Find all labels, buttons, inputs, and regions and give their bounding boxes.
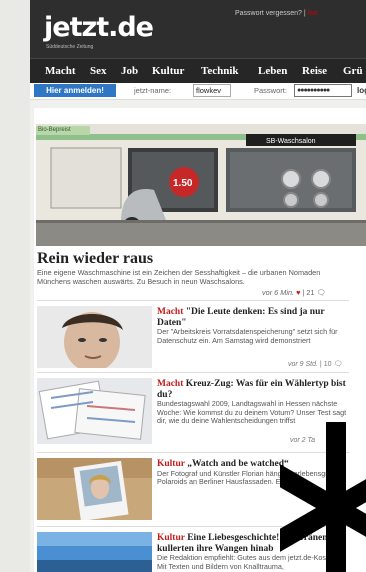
hero-comment-count[interactable]: 21: [306, 288, 314, 297]
password-input[interactable]: ●●●●●●●●●●: [294, 84, 352, 97]
nav-item-leben[interactable]: Leben: [258, 65, 287, 77]
left-gutter: [0, 0, 30, 572]
hero-description: Eine eigene Waschmaschine ist ein Zeiche…: [37, 268, 321, 286]
article-category[interactable]: Macht: [157, 379, 183, 389]
article-comment-count[interactable]: 10: [324, 361, 332, 368]
register-button[interactable]: Hier anmelden!: [34, 84, 116, 97]
login-bar: Hier anmelden! jetzt-name: flowkev Passw…: [30, 83, 366, 100]
asterisk-icon: [280, 422, 366, 572]
divider: [37, 300, 349, 301]
article-title[interactable]: "Die Leute denken: Es sind ja nur Daten": [157, 307, 324, 328]
shop-sign-text: SB-Waschsalon: [266, 138, 316, 145]
logo-subtitle: Süddeutsche Zeitung: [46, 44, 94, 50]
nav-item-gruen[interactable]: Grü: [343, 65, 363, 77]
article-thumbnail[interactable]: [37, 306, 152, 368]
hero-tag: Bio-Bepreist: [36, 126, 90, 135]
article-teaser: Macht "Die Leute denken: Es sind ja nur …: [157, 307, 349, 345]
nav-item-sex[interactable]: Sex: [90, 65, 107, 77]
main-nav: Macht Sex Job Kultur Technik Leben Reise…: [30, 58, 366, 83]
article-description: Der "Arbeitskreis Vorratsdatenspeicherun…: [157, 327, 338, 345]
article-thumbnail[interactable]: [37, 458, 152, 520]
nav-item-job[interactable]: Job: [121, 65, 138, 77]
article-title[interactable]: „Watch and be watched“: [187, 459, 289, 469]
article-thumbnail[interactable]: [37, 532, 152, 572]
live-link[interactable]: live: [308, 10, 319, 17]
nav-item-macht[interactable]: Macht: [45, 65, 76, 77]
header-link-separator: |: [303, 10, 306, 17]
article-title[interactable]: Kreuz-Zug: Was für ein Wählertyp bist du…: [157, 379, 346, 400]
login-link[interactable]: login: [357, 86, 366, 95]
divider: [37, 372, 349, 373]
comment-icon: 🗨: [316, 288, 326, 297]
article-thumbnail[interactable]: [37, 378, 152, 444]
nav-item-reise[interactable]: Reise: [302, 65, 327, 77]
hero-separator: |: [302, 288, 305, 297]
article-category[interactable]: Kultur: [157, 533, 185, 543]
price-label: 1.50: [173, 178, 193, 189]
article-time: vor 9 Std.: [288, 361, 318, 368]
password-label: Passwort:: [254, 86, 287, 95]
article-category[interactable]: Kultur: [157, 459, 185, 469]
article-separator: |: [319, 361, 322, 368]
hero-meta: vor 6 Min. ♥ | 21 🗨: [262, 288, 326, 297]
nickname-label: jetzt-name:: [134, 86, 172, 95]
nav-item-technik[interactable]: Technik: [201, 65, 239, 77]
nav-item-kultur[interactable]: Kultur: [152, 65, 184, 77]
nickname-input[interactable]: flowkev: [193, 84, 231, 97]
page: jetzt.de Süddeutsche Zeitung Passwort ve…: [0, 0, 366, 572]
hero-time: vor 6 Min.: [262, 288, 295, 297]
comment-icon: 🗨: [333, 361, 343, 368]
forgot-password-link[interactable]: Passwort vergessen?: [235, 10, 302, 17]
article-meta: vor 9 Std. | 10 🗨: [288, 360, 342, 368]
heart-icon: ♥: [296, 288, 301, 297]
site-logo[interactable]: jetzt.de: [44, 14, 154, 41]
header-links: Passwort vergessen? | live: [235, 10, 318, 17]
hero-title[interactable]: Rein wieder raus: [37, 250, 153, 268]
hero-image[interactable]: SB-Waschsalon 1.50: [36, 124, 366, 246]
article-teaser: Macht Kreuz-Zug: Was für ein Wählertyp b…: [157, 379, 349, 426]
article-category[interactable]: Macht: [157, 307, 183, 317]
